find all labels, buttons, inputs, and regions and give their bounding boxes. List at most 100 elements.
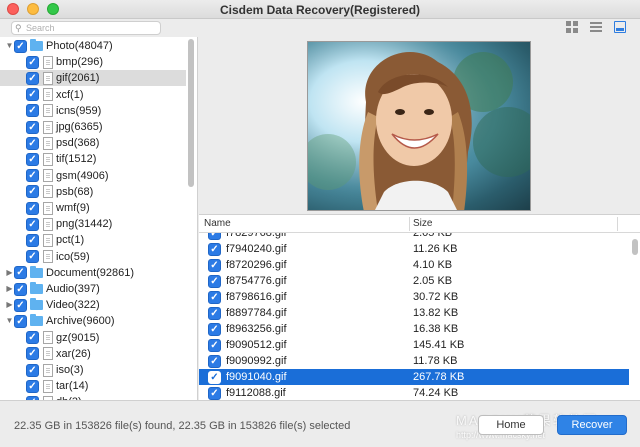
table-row[interactable]: ✓ f8720296.gif 4.10 KB (199, 257, 629, 273)
tree-file-type-item[interactable]: ✓ psd(368) (0, 135, 186, 151)
folder-icon (30, 282, 43, 294)
table-row[interactable]: ✓ f9112088.gif 74.24 KB (199, 385, 629, 401)
column-divider[interactable] (409, 217, 410, 231)
tree-item-checkbox[interactable]: ✓ (26, 201, 39, 215)
tree-file-type-item[interactable]: ✓ xar(26) (0, 346, 186, 362)
column-header-name[interactable]: Name (204, 218, 231, 229)
tree-item-checkbox[interactable]: ✓ (26, 250, 39, 264)
tree-item-checkbox[interactable]: ✓ (14, 282, 27, 296)
row-checkbox[interactable]: ✓ (208, 258, 221, 272)
tree-item-checkbox[interactable]: ✓ (14, 298, 27, 312)
table-row[interactable]: ✓ f8963256.gif 16.38 KB (199, 321, 629, 337)
row-checkbox[interactable]: ✓ (208, 322, 221, 336)
tree-file-type-item[interactable]: ✓ tar(14) (0, 378, 186, 394)
table-row[interactable]: ✓ f9091040.gif 267.78 KB (199, 369, 629, 385)
row-checkbox[interactable]: ✓ (208, 274, 221, 288)
tree-item-checkbox[interactable]: ✓ (26, 379, 39, 393)
tree-item-checkbox[interactable]: ✓ (26, 169, 39, 183)
row-checkbox[interactable]: ✓ (208, 338, 221, 352)
tree-file-type-item[interactable]: ✓ png(31442) (0, 216, 186, 232)
disclosure-expanded-icon[interactable]: ▼ (5, 38, 14, 54)
row-checkbox[interactable]: ✓ (208, 354, 221, 368)
table-scrollbar[interactable] (632, 239, 638, 255)
disclosure-collapsed-icon[interactable]: ▶ (5, 297, 14, 313)
preview-view-icon[interactable] (614, 21, 626, 33)
file-icon (43, 152, 53, 166)
tree-file-type-item[interactable]: ✓ wmf(9) (0, 200, 186, 216)
tree-item-checkbox[interactable]: ✓ (14, 39, 27, 53)
tree-item-checkbox[interactable]: ✓ (26, 331, 39, 345)
column-header-size[interactable]: Size (413, 218, 432, 229)
column-divider[interactable] (617, 217, 618, 231)
tree-file-type-item[interactable]: ✓ gif(2061) (0, 70, 186, 87)
row-checkbox[interactable]: ✓ (208, 306, 221, 320)
file-size-cell: 267.78 KB (413, 371, 465, 383)
table-row[interactable]: ✓ f8798616.gif 30.72 KB (199, 289, 629, 305)
tree-file-type-item[interactable]: ✓ pct(1) (0, 232, 186, 248)
search-icon: ⚲ (15, 23, 22, 33)
tree-item-checkbox[interactable]: ✓ (26, 233, 39, 247)
file-icon (43, 379, 53, 393)
disclosure-collapsed-icon[interactable]: ▶ (5, 265, 14, 281)
tree-folder-item[interactable]: ▶ ✓ Document(92861) (0, 265, 186, 281)
tree-file-type-item[interactable]: ✓ jpg(6365) (0, 119, 186, 135)
file-name-cell: f8963256.gif (226, 323, 287, 335)
tree-item-checkbox[interactable]: ✓ (26, 71, 39, 85)
tree-item-checkbox[interactable]: ✓ (26, 55, 39, 69)
file-name-cell: f9090992.gif (226, 355, 287, 367)
table-row[interactable]: ✓ f9090992.gif 11.78 KB (199, 353, 629, 369)
row-checkbox[interactable]: ✓ (208, 386, 221, 400)
tree-file-type-item[interactable]: ✓ gz(9015) (0, 330, 186, 346)
table-row[interactable]: ✓ f8754776.gif 2.05 KB (199, 273, 629, 289)
tree-item-checkbox[interactable]: ✓ (26, 217, 39, 231)
tree-item-label: iso(3) (56, 364, 84, 376)
tree-item-label: psd(368) (56, 137, 100, 150)
tree-item-checkbox[interactable]: ✓ (26, 104, 39, 118)
tree-folder-item[interactable]: ▶ ✓ Audio(397) (0, 281, 186, 297)
file-list-table[interactable]: ✓ f7829768.gif 2.05 KB ✓ f7940240.gif 11.26 K… (199, 214, 640, 400)
tree-file-type-item[interactable]: ✓ psb(68) (0, 184, 186, 200)
disclosure-collapsed-icon[interactable]: ▶ (5, 281, 14, 297)
disclosure-expanded-icon[interactable]: ▼ (5, 313, 14, 329)
tree-item-checkbox[interactable]: ✓ (26, 347, 39, 361)
tree-file-type-item[interactable]: ✓ xcf(1) (0, 87, 186, 103)
tree-file-type-item[interactable]: ✓ bmp(296) (0, 54, 186, 70)
tree-item-checkbox[interactable]: ✓ (26, 120, 39, 134)
tree-item-checkbox[interactable]: ✓ (26, 363, 39, 377)
tree-folder-item[interactable]: ▼ ✓ Archive(9600) (0, 313, 186, 329)
tree-item-checkbox[interactable]: ✓ (14, 266, 27, 280)
file-icon (43, 120, 53, 134)
tree-item-checkbox[interactable]: ✓ (14, 314, 27, 328)
row-checkbox[interactable]: ✓ (208, 290, 221, 304)
tree-folder-item[interactable]: ▶ ✓ Video(322) (0, 297, 186, 313)
table-row[interactable]: ✓ f8897784.gif 13.82 KB (199, 305, 629, 321)
tree-item-checkbox[interactable]: ✓ (26, 152, 39, 166)
recover-button[interactable]: Recover (557, 415, 627, 435)
tree-item-checkbox[interactable]: ✓ (26, 185, 39, 199)
file-size-cell: 30.72 KB (413, 291, 459, 303)
tree-folder-item[interactable]: ▼ ✓ Photo(48047) (0, 38, 186, 54)
row-checkbox[interactable]: ✓ (208, 242, 221, 256)
tree-file-type-item[interactable]: ✓ gsm(4906) (0, 168, 186, 184)
home-button[interactable]: Home (478, 415, 544, 435)
tree-file-type-item[interactable]: ✓ iso(3) (0, 362, 186, 378)
tree-file-type-item[interactable]: ✓ icns(959) (0, 103, 186, 119)
tree-file-type-item[interactable]: ✓ ico(59) (0, 249, 186, 265)
row-checkbox[interactable]: ✓ (208, 370, 221, 384)
tree-item-checkbox[interactable]: ✓ (26, 136, 39, 150)
grid-view-icon[interactable] (566, 21, 578, 33)
list-view-icon[interactable] (590, 21, 602, 33)
table-row[interactable]: ✓ f9090512.gif 145.41 KB (199, 337, 629, 353)
tree-item-label: Audio(397) (46, 283, 100, 295)
table-row[interactable]: ✓ f7940240.gif 11.26 KB (199, 241, 629, 257)
file-icon (43, 104, 53, 118)
search-input[interactable]: ⚲ Search (11, 21, 161, 35)
tree-item-checkbox[interactable]: ✓ (26, 88, 39, 102)
tree-file-type-item[interactable]: ✓ tif(1512) (0, 151, 186, 167)
file-name-cell: f7940240.gif (226, 243, 287, 255)
file-icon (43, 55, 53, 69)
tree-scrollbar[interactable] (188, 39, 194, 187)
scan-summary: 22.35 GB in 153826 file(s) found, 22.35 … (14, 420, 351, 432)
file-type-tree[interactable]: ▼ ✓ Photo(48047) ✓ bmp(296) ✓ gif(2061) ✓ xcf(1)… (0, 37, 198, 400)
toolbar: ⚲ Search (0, 19, 640, 37)
